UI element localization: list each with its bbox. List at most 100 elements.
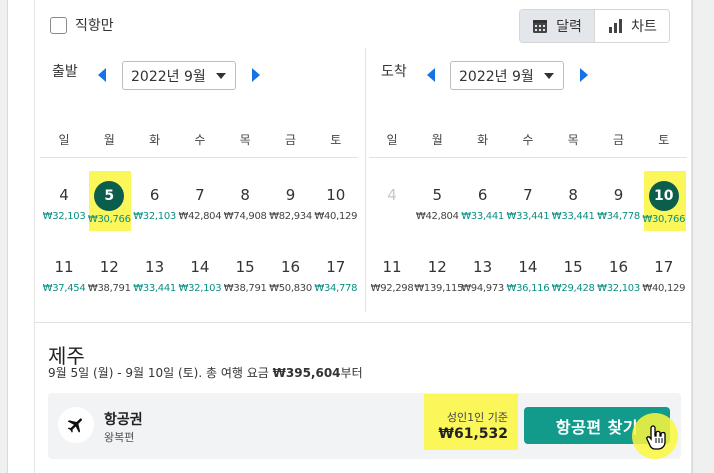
day-price: ₩50,830 — [269, 283, 312, 294]
day-price: ₩139,115 — [414, 283, 464, 294]
departure-day-cell[interactable]: 5 ₩30,766 — [86, 176, 132, 225]
day-price: ₩34,778 — [597, 211, 640, 222]
calendar-view-label: 달력 — [556, 19, 582, 35]
day-price: ₩32,103 — [133, 211, 176, 222]
departure-weekday-header: 화 — [149, 133, 161, 147]
calendar-view-button[interactable]: 달력 — [520, 10, 595, 42]
trip-summary-dates: 9월 5일 (월) - 9월 10일 (토). 총 여행 요금 — [48, 366, 273, 380]
calendar-icon — [533, 20, 548, 33]
day-price: ₩30,766 — [642, 214, 686, 225]
day-number: 16 — [608, 258, 629, 276]
arrival-weekday-header: 월 — [431, 133, 443, 147]
departure-day-cell[interactable]: 10 ₩40,129 — [313, 176, 359, 222]
arrival-day-cell[interactable]: 16 ₩32,103 — [596, 248, 642, 294]
airplane-icon — [67, 418, 82, 433]
arrival-weekday-header: 목 — [567, 133, 579, 147]
fare-price: ₩61,532 — [438, 426, 508, 442]
direct-only-label: 직항만 — [75, 18, 114, 34]
day-price: ₩42,804 — [178, 211, 222, 222]
day-price: ₩74,908 — [223, 211, 267, 222]
arrival-day-cell[interactable]: 6 ₩33,441 — [460, 176, 506, 222]
arrival-day-cell[interactable]: 17 ₩40,129 — [641, 248, 687, 294]
arrival-day-cell[interactable]: 9 ₩34,778 — [596, 176, 642, 222]
departure-month-select[interactable]: 2022년 9월 — [122, 61, 236, 90]
arrival-weekday-header: 토 — [658, 133, 670, 147]
day-number: 11 — [382, 258, 402, 276]
chevron-left-icon — [98, 68, 106, 82]
departure-day-cell[interactable]: 6 ₩32,103 — [132, 176, 178, 222]
chevron-right-icon — [252, 68, 260, 82]
arrival-day-cell[interactable]: 13 ₩94,973 — [460, 248, 506, 294]
day-number: 17 — [654, 258, 674, 276]
arrival-day-cell[interactable]: 15 ₩29,428 — [550, 248, 596, 294]
arrival-weekday-rule — [369, 157, 687, 158]
arrival-day-cell[interactable]: 5 ₩42,804 — [414, 176, 460, 222]
arrival-month-select[interactable]: 2022년 9월 — [450, 61, 564, 90]
chart-view-button[interactable]: 차트 — [595, 10, 669, 42]
departure-day-cell[interactable]: 11 ₩37,454 — [41, 248, 87, 294]
hand-cursor-icon — [646, 425, 666, 450]
arrival-day-cell[interactable]: 8 ₩33,441 — [550, 176, 596, 222]
departure-month-value: 2022년 9월 — [131, 68, 206, 85]
chevron-left-icon — [427, 68, 435, 82]
arrival-weekday-header: 수 — [522, 133, 534, 147]
arrival-day-cell[interactable]: 12 ₩139,115 — [414, 248, 464, 294]
trip-total-price: ₩395,604 — [272, 366, 341, 380]
app-frame: 직항만 달력 차트 출발 2022년 9월 도착 2022년 9월 일 월 화 … — [0, 0, 714, 473]
day-price: ₩94,973 — [461, 283, 504, 294]
day-number: 12 — [99, 258, 119, 276]
day-number: 14 — [190, 258, 210, 276]
day-price: ₩33,441 — [133, 283, 176, 294]
departure-day-cell[interactable]: 13 ₩33,441 — [132, 248, 178, 294]
day-number: 15 — [563, 258, 583, 276]
day-price: ₩82,934 — [269, 211, 312, 222]
day-number: 16 — [280, 258, 301, 276]
price-note: 성인1인 기준 — [446, 411, 508, 424]
day-number: 12 — [427, 258, 447, 276]
caret-down-icon — [544, 72, 554, 79]
departure-day-cell[interactable]: 17 ₩34,778 — [313, 248, 359, 294]
day-price: ₩92,298 — [370, 283, 414, 294]
day-number: 13 — [473, 258, 493, 276]
arrival-prev-month[interactable] — [427, 68, 435, 82]
arrival-day-cell[interactable]: 14 ₩36,116 — [505, 248, 551, 294]
departure-day-cell[interactable]: 16 ₩50,830 — [268, 248, 314, 294]
departure-day-cell[interactable]: 8 ₩74,908 — [222, 176, 268, 222]
arrival-month-select-wrap: 2022년 9월 — [436, 61, 578, 90]
arrival-day-cell[interactable]: 7 ₩33,441 — [505, 176, 551, 222]
day-price: ₩40,129 — [314, 211, 358, 222]
departure-weekday-header: 토 — [330, 133, 342, 147]
direct-only-checkbox[interactable] — [50, 16, 67, 34]
day-number: 8 — [568, 186, 578, 204]
departure-day-cell[interactable]: 4 ₩32,103 — [41, 176, 87, 222]
day-number: 7 — [195, 186, 205, 204]
departure-day-cell[interactable]: 14 ₩32,103 — [177, 248, 223, 294]
departure-prev-month[interactable] — [98, 68, 106, 82]
arrival-weekday-header: 일 — [386, 133, 398, 147]
day-price: ₩30,766 — [87, 214, 131, 225]
day-number: 17 — [326, 258, 346, 276]
departure-day-cell[interactable]: 9 ₩82,934 — [268, 176, 314, 222]
day-price: ₩37,454 — [42, 283, 86, 294]
bar-chart-icon — [609, 19, 623, 33]
day-number: 9 — [613, 186, 624, 204]
day-price: ₩40,129 — [642, 283, 686, 294]
day-number: 14 — [518, 258, 538, 276]
day-price: ₩38,791 — [87, 283, 131, 294]
day-number: 6 — [477, 186, 488, 204]
departure-next-month[interactable] — [252, 68, 260, 82]
departure-day-cell[interactable]: 15 ₩38,791 — [222, 248, 268, 294]
arrival-day-cell[interactable]: 11 ₩92,298 — [369, 248, 415, 294]
day-price: ₩38,791 — [223, 283, 267, 294]
day-number: 10 — [326, 186, 346, 204]
day-number: 9 — [285, 186, 296, 204]
fare-subtitle: 왕복편 — [104, 431, 135, 444]
direct-only-filter[interactable]: 직항만 — [50, 15, 114, 35]
arrival-next-month[interactable] — [580, 68, 588, 82]
day-number: 15 — [235, 258, 255, 276]
departure-weekday-rule — [40, 157, 358, 158]
day-number: 13 — [145, 258, 165, 276]
departure-day-cell[interactable]: 12 ₩38,791 — [86, 248, 132, 294]
departure-day-cell[interactable]: 7 ₩42,804 — [177, 176, 223, 222]
arrival-day-cell[interactable]: 10 ₩30,766 — [641, 176, 687, 225]
